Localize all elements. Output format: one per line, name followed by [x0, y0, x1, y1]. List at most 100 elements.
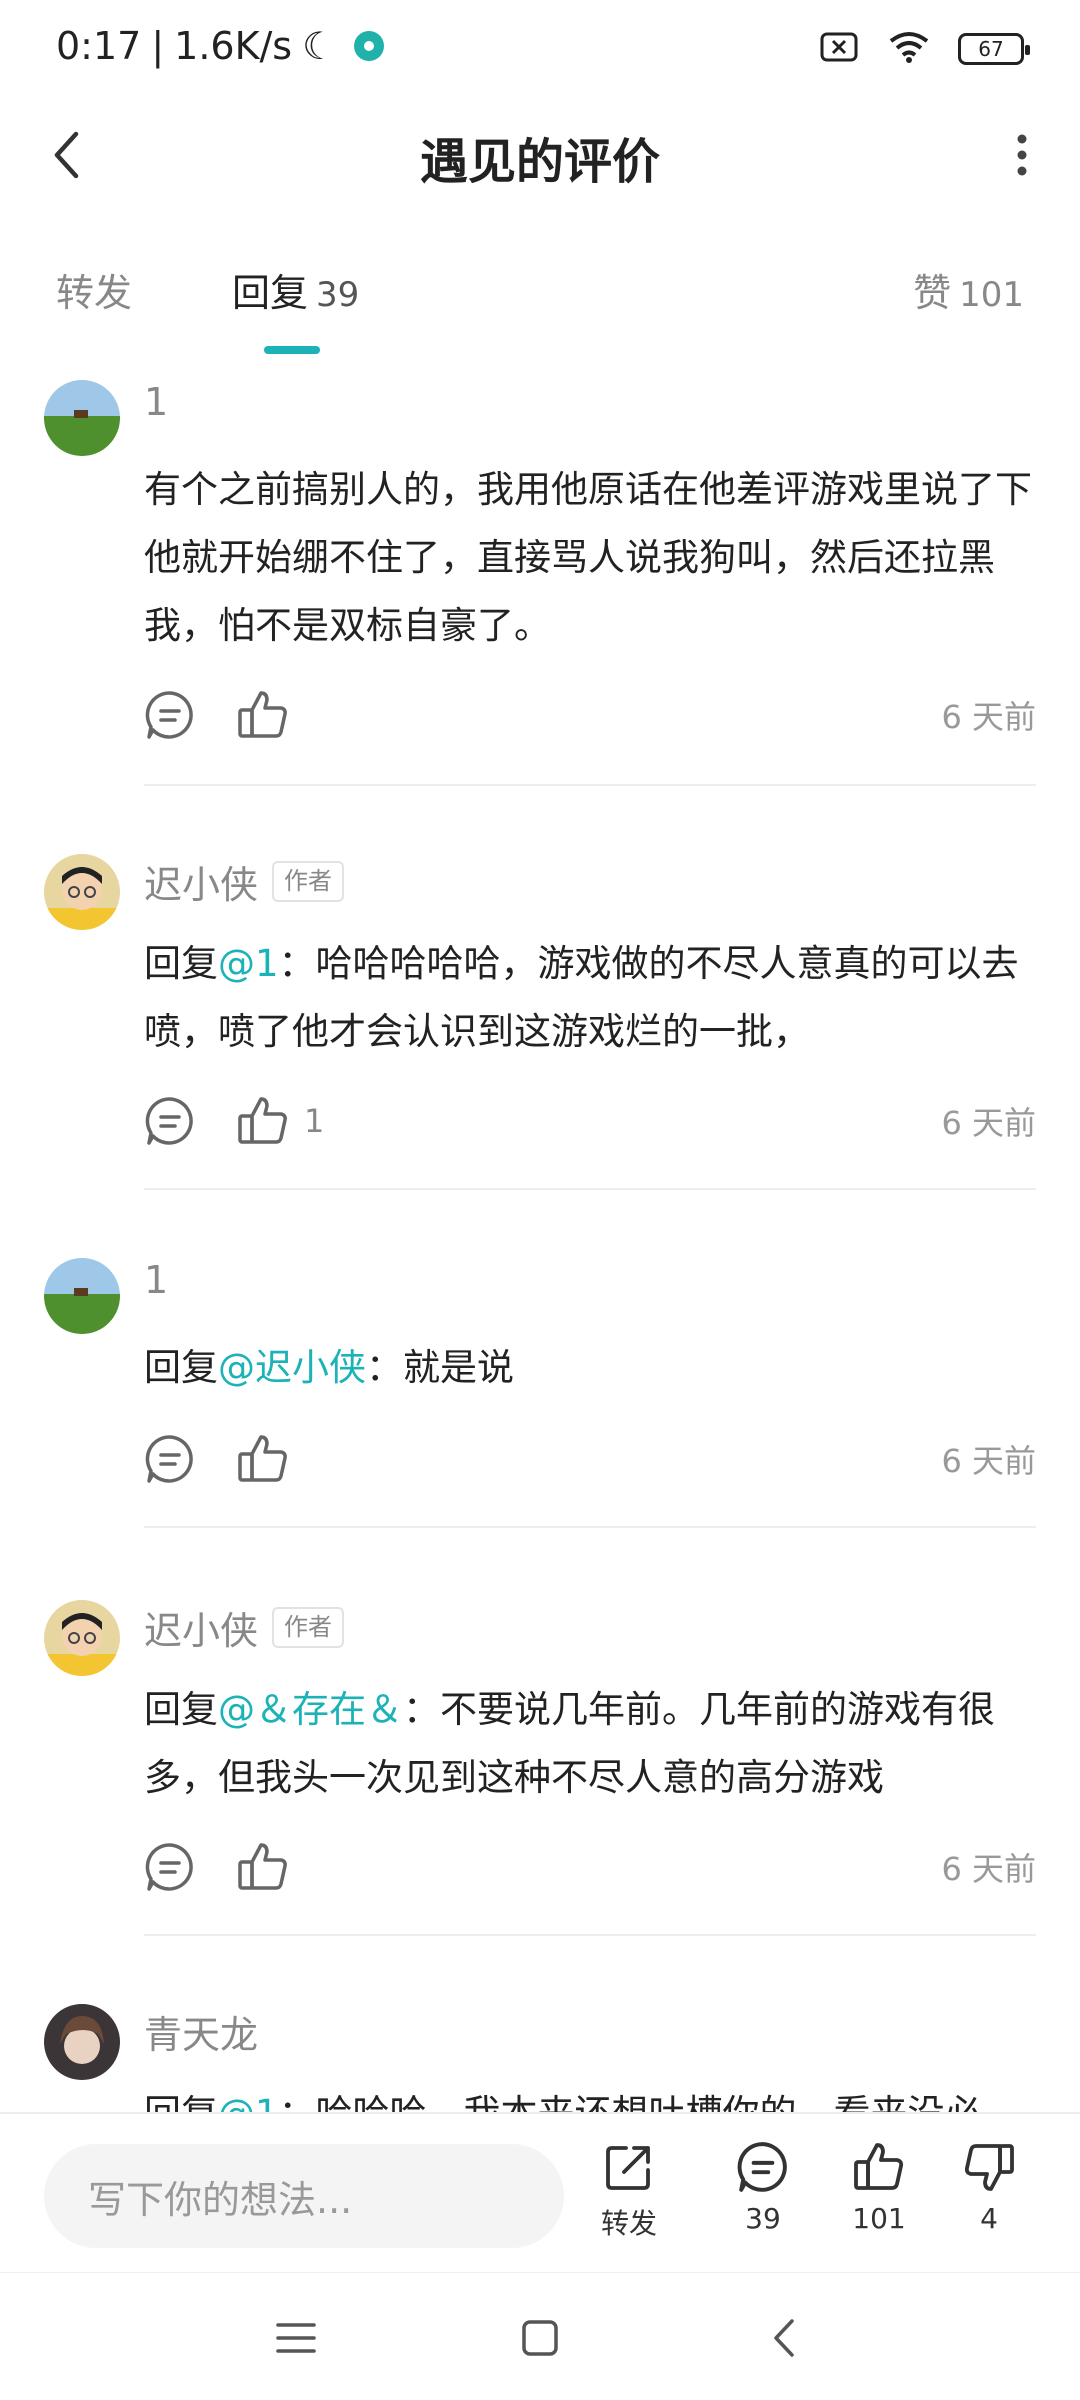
like-button[interactable]: 1	[236, 1094, 324, 1148]
more-vertical-icon	[1017, 134, 1027, 176]
comment-body: 回复@＆存在＆：不要说几年前。几年前的游戏有很多，但我头一次见到这种不尽人意的高…	[144, 1676, 1044, 1812]
comment-icon	[145, 1097, 193, 1145]
comment-actions: 6 天前	[144, 680, 1036, 750]
status-right: 67	[816, 30, 1030, 68]
divider	[144, 1526, 1036, 1528]
comment-body: 回复@1：哈哈哈哈哈，游戏做的不尽人意真的可以去喷，喷了他才会认识到这游戏烂的一…	[144, 930, 1044, 1066]
reply-separator: ：	[366, 1346, 403, 1389]
avatar[interactable]	[44, 380, 120, 456]
tab-reply-count: 39	[316, 275, 360, 315]
comment-input-placeholder: 写下你的想法...	[88, 2177, 353, 2222]
reply-count-button[interactable]: 39	[708, 2140, 818, 2235]
avatar[interactable]	[44, 854, 120, 930]
thumbs-up-icon	[238, 1097, 287, 1144]
share-icon	[606, 2146, 650, 2190]
like-button[interactable]	[236, 1840, 304, 1894]
avatar[interactable]	[44, 2004, 120, 2080]
vpn-icon	[354, 31, 385, 61]
author-name: 迟小侠	[144, 1609, 259, 1653]
comment-author[interactable]: 1	[144, 380, 168, 424]
bottom-action-bar: 写下你的想法... 转发 39 101 4	[0, 2112, 1080, 2272]
header: 遇见的评价	[0, 100, 1080, 210]
comment-actions: 6 天前	[144, 1832, 1036, 1902]
reply-button[interactable]	[144, 1841, 196, 1893]
comment-author[interactable]: 迟小侠 作者	[144, 1600, 345, 1655]
comment-author[interactable]: 青天龙	[144, 2004, 258, 2059]
avatar[interactable]	[44, 1600, 120, 1676]
author-name: 青天龙	[144, 2013, 259, 2057]
status-bar: 0:17 | 1.6K/s ☾ 67	[0, 0, 1080, 100]
mention-link[interactable]: @迟小侠	[218, 1346, 366, 1389]
more-options-button[interactable]	[992, 120, 1052, 190]
tab-forward[interactable]: 转发	[56, 262, 132, 317]
comment-time: 6 天前	[941, 698, 1036, 736]
tab-indicator	[264, 346, 320, 354]
avatar[interactable]	[44, 1258, 120, 1334]
comment-text: 就是说	[403, 1346, 514, 1389]
tab-likes[interactable]: 赞 101	[913, 262, 1024, 317]
thumbs-down-icon	[964, 2144, 1014, 2191]
home-square-icon	[522, 2320, 558, 2356]
tab-forward-label: 转发	[56, 271, 133, 315]
divider	[144, 1188, 1036, 1190]
network-speed: 1.6K/s	[174, 24, 293, 68]
divider	[144, 1934, 1036, 1936]
tab-bar: 转发 回复 39 赞 101	[0, 250, 1080, 360]
comment-text: 有个之前搞别人的，我用他原话在他差评游戏里说了下他就开始绷不住了，直接骂人说我狗…	[144, 468, 1032, 647]
comment-author[interactable]: 迟小侠 作者	[144, 854, 345, 909]
thumbs-up-icon	[854, 2143, 904, 2190]
moon-icon: ☾	[302, 24, 337, 68]
status-left: 0:17 | 1.6K/s ☾	[56, 24, 385, 68]
comment-icon	[145, 1435, 193, 1483]
comment-actions: 6 天前	[144, 1424, 1036, 1494]
battery-icon: 67	[958, 33, 1030, 65]
clock: 0:17	[56, 24, 142, 68]
like-post-button[interactable]: 101	[824, 2140, 934, 2235]
nav-back-button[interactable]	[744, 2303, 824, 2373]
like-button[interactable]	[236, 688, 304, 742]
no-sim-icon	[816, 31, 860, 67]
status-sep: |	[151, 24, 165, 68]
reply-separator: ：	[278, 942, 316, 985]
mention-link[interactable]: @＆存在＆	[218, 1688, 403, 1731]
forward-label: 转发	[600, 2207, 657, 2240]
tab-reply[interactable]: 回复 39	[232, 262, 359, 317]
comment-input[interactable]: 写下你的想法...	[44, 2144, 564, 2248]
divider	[144, 784, 1036, 786]
thumbs-up-icon	[238, 691, 287, 738]
comment-author[interactable]: 1	[144, 1258, 168, 1302]
comment-actions: 1 6 天前	[144, 1086, 1036, 1156]
nav-home-button[interactable]	[500, 2303, 580, 2373]
reply-button[interactable]	[144, 689, 196, 741]
wifi-icon	[888, 30, 930, 68]
comment-item: 1 回复@迟小侠：就是说 6 天前	[0, 1254, 1080, 1534]
comment-time: 6 天前	[941, 1850, 1036, 1888]
thumbs-up-icon	[238, 1435, 287, 1482]
reply-prefix: 回复	[144, 942, 218, 985]
author-name: 1	[144, 1258, 169, 1302]
author-name: 迟小侠	[144, 863, 259, 907]
system-nav-bar	[0, 2272, 1080, 2400]
forward-button[interactable]: 转发	[574, 2140, 684, 2242]
nav-menu-button[interactable]	[256, 2303, 336, 2373]
dislike-count: 4	[980, 2202, 998, 2235]
dislike-post-button[interactable]: 4	[934, 2140, 1044, 2235]
comment-item: 迟小侠 作者 回复@＆存在＆：不要说几年前。几年前的游戏有很多，但我头一次见到这…	[0, 1596, 1080, 1946]
page-title: 遇见的评价	[419, 134, 660, 190]
reply-separator: ：	[403, 1688, 440, 1731]
reply-button[interactable]	[144, 1095, 196, 1147]
menu-icon	[276, 2323, 316, 2353]
reply-button[interactable]	[144, 1433, 196, 1485]
reply-count: 39	[745, 2202, 781, 2235]
thumbs-up-icon	[238, 1843, 287, 1890]
comment-icon	[145, 691, 193, 739]
reply-prefix: 回复	[144, 1346, 218, 1389]
comment-body: 回复@迟小侠：就是说	[144, 1334, 1044, 1402]
tab-likes-count: 101	[959, 275, 1024, 315]
like-button[interactable]	[236, 1432, 304, 1486]
battery-level: 67	[978, 37, 1004, 61]
comment-icon	[145, 1843, 193, 1891]
like-count: 101	[852, 2202, 906, 2235]
mention-link[interactable]: @1	[218, 942, 279, 985]
comment-time: 6 天前	[941, 1104, 1036, 1142]
